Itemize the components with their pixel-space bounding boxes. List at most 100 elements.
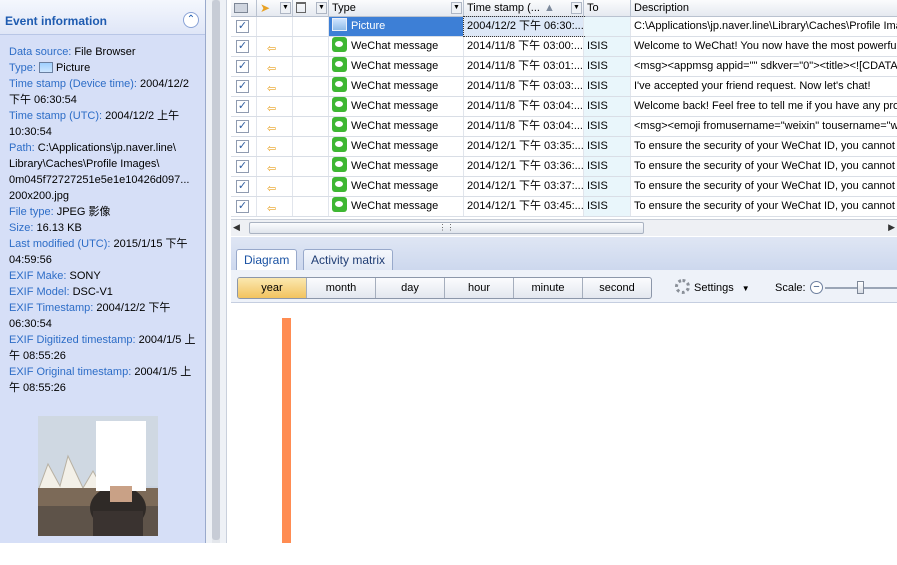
row-checkbox[interactable]: ✓: [236, 140, 249, 153]
property-item: Size: 16.13 KB: [9, 220, 199, 236]
left-panel-scrollbar[interactable]: [212, 0, 220, 543]
delete-cell[interactable]: [293, 57, 329, 76]
row-checkbox[interactable]: ✓: [236, 80, 249, 93]
row-checkbox[interactable]: ✓: [236, 100, 249, 113]
bookmark-cell[interactable]: ⇦: [257, 77, 293, 96]
delete-cell[interactable]: [293, 97, 329, 116]
checkbox-cell[interactable]: ✓: [231, 97, 257, 116]
settings-button[interactable]: Settings ▼: [675, 278, 750, 298]
checkbox-cell[interactable]: ✓: [231, 37, 257, 56]
checkbox-cell[interactable]: ✓: [231, 77, 257, 96]
granularity-minute[interactable]: minute: [514, 278, 583, 298]
table-row[interactable]: ✓ ⇦ WeChat message 2014/12/1 下午 03:35:... IS…: [231, 137, 897, 157]
column-dropdown-icon[interactable]: ▼: [451, 2, 462, 14]
timeline-tabbar: Diagram Activity matrix: [231, 237, 897, 271]
delete-cell[interactable]: [293, 37, 329, 56]
scale-slider-knob[interactable]: [857, 281, 864, 294]
checkbox-cell[interactable]: ✓: [231, 197, 257, 216]
bookmark-column-header[interactable]: ➤ ▼: [257, 0, 293, 17]
table-row[interactable]: ✓ ⇦ WeChat message 2014/11/8 下午 03:04:... IS…: [231, 117, 897, 137]
bookmark-cell[interactable]: ⇦: [257, 157, 293, 176]
row-checkbox[interactable]: ✓: [236, 20, 249, 33]
to-column-header[interactable]: To: [584, 0, 631, 17]
delete-column-header[interactable]: ▼: [293, 0, 329, 17]
checkbox-cell[interactable]: ✓: [231, 117, 257, 136]
property-item: File type: JPEG 影像: [9, 204, 199, 220]
table-row[interactable]: ✓ ⇦ WeChat message 2014/12/1 下午 03:37:... IS…: [231, 177, 897, 197]
row-checkbox[interactable]: ✓: [236, 180, 249, 193]
bookmark-cell[interactable]: ⇦: [257, 117, 293, 136]
column-dropdown-icon[interactable]: ▼: [280, 2, 291, 14]
type-cell: WeChat message: [329, 117, 464, 136]
bookmark-cell[interactable]: ⇦: [257, 197, 293, 216]
type-column-header[interactable]: Type ▼: [329, 0, 464, 17]
granularity-year[interactable]: year: [238, 278, 307, 298]
checkbox-cell[interactable]: ✓: [231, 177, 257, 196]
to-cell: ISIS: [584, 137, 631, 156]
checkbox-cell[interactable]: ✓: [231, 17, 257, 36]
column-dropdown-icon[interactable]: ▼: [571, 2, 582, 14]
picture-thumbnail: [38, 416, 158, 536]
tab-activity-matrix[interactable]: Activity matrix: [303, 249, 394, 270]
granularity-second[interactable]: second: [583, 278, 651, 298]
to-header-label: To: [587, 2, 599, 14]
delete-cell[interactable]: [293, 177, 329, 196]
timeline-bar[interactable]: [282, 318, 291, 543]
row-checkbox[interactable]: ✓: [236, 60, 249, 73]
bookmark-cell[interactable]: ⇦: [257, 97, 293, 116]
type-cell: WeChat message: [329, 177, 464, 196]
property-item: Time stamp (UTC): 2004/12/2 上午 10:30:54: [9, 108, 199, 140]
delete-cell[interactable]: [293, 197, 329, 216]
print-column-header[interactable]: [231, 0, 257, 17]
delete-cell[interactable]: [293, 157, 329, 176]
delete-cell[interactable]: [293, 77, 329, 96]
timestamp-cell: 2014/12/1 下午 03:37:...: [464, 177, 584, 196]
picture-icon: [332, 18, 347, 31]
grid-horizontal-scrollbar[interactable]: ◀ ⋮⋮ ▶: [231, 219, 897, 236]
timestamp-cell: 2014/12/1 下午 03:45:...: [464, 197, 584, 216]
row-checkbox[interactable]: ✓: [236, 120, 249, 133]
bookmark-cell[interactable]: ⇦: [257, 37, 293, 56]
delete-cell[interactable]: [293, 117, 329, 136]
granularity-month[interactable]: month: [307, 278, 376, 298]
direction-arrow-icon: ⇦: [267, 83, 277, 95]
table-row[interactable]: ✓ Picture 2004/12/2 下午 06:30:... C:\Applica…: [231, 16, 897, 37]
row-checkbox[interactable]: ✓: [236, 40, 249, 53]
collapse-chevron-icon[interactable]: ⌃: [183, 12, 199, 28]
row-checkbox[interactable]: ✓: [236, 160, 249, 173]
timeline-toolbar: year month day hour minute second Settin…: [231, 270, 897, 303]
row-checkbox[interactable]: ✓: [236, 200, 249, 213]
table-row[interactable]: ✓ ⇦ WeChat message 2014/11/8 下午 03:01:... IS…: [231, 57, 897, 77]
property-key: EXIF Timestamp:: [9, 302, 94, 314]
timestamp-column-header[interactable]: Time stamp (... ▲ ▼: [464, 0, 584, 17]
checkbox-cell[interactable]: ✓: [231, 57, 257, 76]
table-row[interactable]: ✓ ⇦ WeChat message 2014/11/8 下午 03:04:... IS…: [231, 97, 897, 117]
bookmark-cell[interactable]: ⇦: [257, 137, 293, 156]
property-key: File type:: [9, 206, 54, 218]
type-cell: Picture: [329, 17, 464, 36]
table-row[interactable]: ✓ ⇦ WeChat message 2014/12/1 下午 03:45:... IS…: [231, 197, 897, 217]
scrollbar-thumb[interactable]: [212, 0, 220, 540]
description-cell: Welcome back! Feel free to tell me if yo…: [634, 100, 897, 112]
granularity-hour[interactable]: hour: [445, 278, 514, 298]
bookmark-cell[interactable]: ⇦: [257, 177, 293, 196]
picture-icon: [38, 62, 53, 73]
granularity-day[interactable]: day: [376, 278, 445, 298]
table-row[interactable]: ✓ ⇦ WeChat message 2014/11/8 下午 03:00:... IS…: [231, 37, 897, 57]
checkbox-cell[interactable]: ✓: [231, 157, 257, 176]
bookmark-cell[interactable]: ⇦: [257, 57, 293, 76]
table-row[interactable]: ✓ ⇦ WeChat message 2014/12/1 下午 03:36:... IS…: [231, 157, 897, 177]
delete-cell[interactable]: [293, 17, 329, 36]
column-dropdown-icon[interactable]: ▼: [316, 2, 327, 14]
table-row[interactable]: ✓ ⇦ WeChat message 2014/11/8 下午 03:03:... IS…: [231, 77, 897, 97]
checkbox-cell[interactable]: ✓: [231, 137, 257, 156]
type-cell: WeChat message: [329, 97, 464, 116]
scrollbar-thumb[interactable]: ⋮⋮: [249, 222, 644, 234]
tab-diagram[interactable]: Diagram: [236, 249, 298, 271]
scroll-left-icon[interactable]: ◀: [233, 222, 240, 233]
zoom-out-icon[interactable]: −: [810, 281, 823, 294]
description-column-header[interactable]: Description: [631, 0, 897, 17]
delete-cell[interactable]: [293, 137, 329, 156]
bookmark-cell[interactable]: [257, 17, 293, 36]
scroll-right-icon[interactable]: ▶: [888, 222, 895, 233]
